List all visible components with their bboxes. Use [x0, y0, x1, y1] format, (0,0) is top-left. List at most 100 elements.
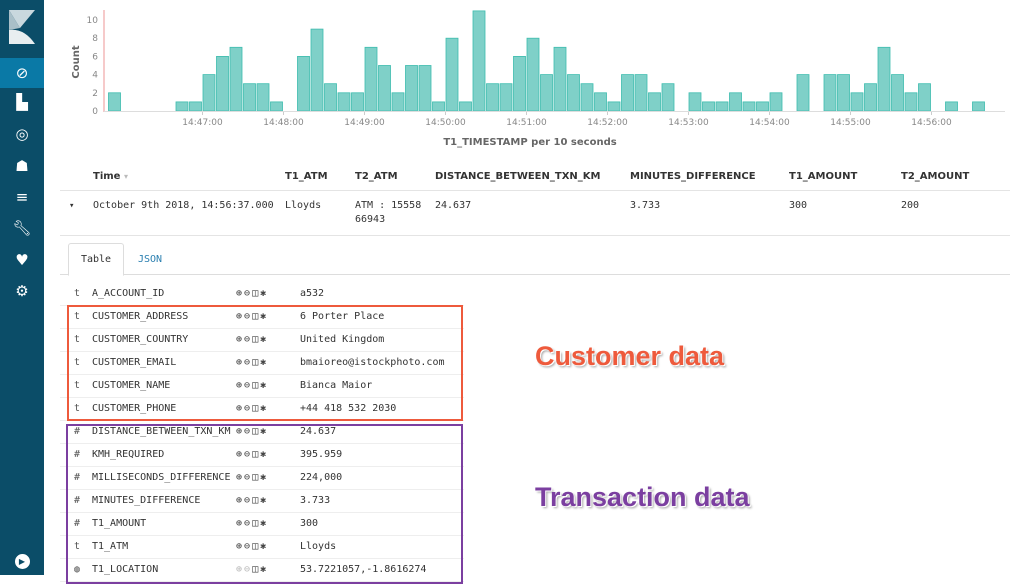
histogram-bar[interactable]	[688, 92, 702, 112]
collapse-sidebar-button[interactable]: ▶	[0, 546, 44, 576]
histogram-bar[interactable]	[270, 101, 283, 112]
filter-out-value-icon[interactable]: ⊖	[244, 288, 252, 299]
histogram-bar[interactable]	[891, 74, 904, 112]
histogram-bar[interactable]	[351, 92, 364, 112]
x-tick-label: 14:54:00	[749, 118, 790, 128]
histogram-bar[interactable]	[432, 101, 445, 112]
gear-icon: ⚙	[15, 282, 29, 300]
histogram-bar[interactable]	[364, 46, 378, 112]
field-value: a532	[300, 288, 325, 299]
histogram-bar[interactable]	[229, 46, 243, 112]
sidebar-item-visualize[interactable]: ▙	[0, 87, 44, 117]
histogram-bar[interactable]	[405, 65, 418, 112]
histogram-bar[interactable]	[513, 56, 526, 112]
histogram-bar[interactable]	[729, 92, 742, 112]
tab-json[interactable]: JSON	[128, 243, 172, 275]
histogram-bar[interactable]	[918, 83, 931, 112]
histogram-bar[interactable]	[621, 74, 634, 112]
dashboard-icon: ◎	[15, 125, 29, 143]
histogram-bar[interactable]	[175, 101, 189, 112]
histogram-bar[interactable]	[445, 37, 459, 112]
column-header-t2-amount[interactable]: T2_AMOUNT	[901, 171, 969, 182]
histogram-bar[interactable]	[526, 37, 540, 112]
histogram-bar[interactable]	[567, 74, 580, 112]
play-collapse-icon: ▶	[14, 553, 30, 569]
x-tick-label: 14:56:00	[911, 118, 952, 128]
column-header-t1-atm[interactable]: T1_ATM	[285, 171, 328, 182]
histogram-bar[interactable]	[378, 65, 391, 112]
histogram-bar[interactable]	[108, 92, 121, 112]
filter-exists-icon[interactable]: ✱	[260, 288, 268, 299]
histogram-bar[interactable]	[243, 83, 256, 112]
histogram-bar[interactable]	[607, 101, 621, 112]
sidebar-item-timelion[interactable]: ☗	[0, 151, 44, 181]
sidebar-item-apm[interactable]: ≡	[0, 182, 44, 212]
histogram-bar[interactable]	[850, 92, 864, 112]
divider	[60, 235, 1010, 236]
histogram-bar[interactable]	[715, 101, 729, 112]
histogram-bar[interactable]	[297, 56, 310, 112]
y-tick-label: 10	[87, 16, 99, 26]
histogram-bar[interactable]	[256, 83, 270, 112]
x-axis-title: T1_TIMESTAMP per 10 seconds	[443, 137, 616, 148]
histogram-bar[interactable]	[337, 92, 351, 112]
sidebar-item-dashboard[interactable]: ◎	[0, 119, 44, 149]
histogram-bar[interactable]	[648, 92, 661, 112]
histogram-bar[interactable]	[769, 92, 783, 112]
column-header-minutes[interactable]: MINUTES_DIFFERENCE	[630, 171, 756, 182]
tab-table[interactable]: Table	[68, 243, 124, 276]
sidebar-item-monitoring[interactable]: ♥	[0, 245, 44, 275]
sort-down-icon[interactable]: ▾	[124, 172, 128, 181]
histogram-bar[interactable]	[823, 74, 837, 112]
histogram-bar[interactable]	[216, 56, 229, 112]
histogram-bar[interactable]	[324, 83, 337, 112]
toggle-column-icon[interactable]: ◫	[252, 288, 260, 299]
histogram-bar[interactable]	[472, 10, 486, 112]
caret-down-icon[interactable]: ▾	[69, 199, 74, 213]
x-tick-label: 14:52:00	[587, 118, 628, 128]
kibana-logo[interactable]	[0, 0, 44, 58]
column-header-t1-amount[interactable]: T1_AMOUNT	[789, 171, 857, 182]
histogram-bar[interactable]	[580, 83, 594, 112]
histogram-bar[interactable]	[837, 74, 850, 112]
filter-for-value-icon[interactable]: ⊕	[236, 288, 244, 299]
histogram-bar[interactable]	[972, 101, 985, 112]
histogram-bar[interactable]	[553, 46, 567, 112]
histogram-bar[interactable]	[877, 46, 891, 112]
compass-icon: ⊘	[15, 64, 29, 82]
histogram-bar[interactable]	[756, 101, 769, 112]
histogram-bar[interactable]	[459, 101, 472, 112]
histogram-bar[interactable]	[945, 101, 958, 112]
field-actions[interactable]: ⊕⊖◫✱	[236, 288, 268, 299]
histogram-bar[interactable]	[864, 83, 877, 112]
transaction-data-highlight	[66, 424, 463, 584]
histogram-bar[interactable]	[189, 101, 202, 112]
histogram-bar[interactable]	[594, 92, 607, 112]
histogram-bar[interactable]	[486, 83, 499, 112]
x-tick-label: 14:47:00	[182, 118, 223, 128]
histogram-bar[interactable]	[310, 28, 324, 112]
column-header-distance[interactable]: DISTANCE_BETWEEN_TXN_KM	[435, 171, 600, 182]
y-tick-label: 2	[92, 89, 98, 99]
sidebar-item-devtools[interactable]: 🔧︎	[0, 213, 44, 243]
histogram-bar[interactable]	[702, 101, 715, 112]
wrench-icon: 🔧︎	[12, 219, 32, 237]
sidebar-item-discover[interactable]: ⊘	[0, 58, 44, 88]
column-header-t2-atm[interactable]: T2_ATM	[355, 171, 398, 182]
x-tick-label: 14:51:00	[506, 118, 547, 128]
histogram-bar[interactable]	[418, 65, 432, 112]
histogram-bar[interactable]	[540, 74, 553, 112]
histogram-bar[interactable]	[391, 92, 405, 112]
sidebar-item-management[interactable]: ⚙	[0, 276, 44, 306]
column-header-time[interactable]: Time ▾	[93, 171, 128, 182]
y-tick-label: 4	[92, 71, 98, 81]
histogram-bar[interactable]	[202, 74, 216, 112]
histogram-bar[interactable]	[634, 74, 648, 112]
histogram-bar[interactable]	[742, 101, 756, 112]
histogram-bar[interactable]	[796, 74, 810, 112]
histogram-bar[interactable]	[904, 92, 918, 112]
histogram-bar[interactable]	[499, 83, 513, 112]
histogram-bar[interactable]	[661, 83, 675, 112]
y-tick-label: 8	[92, 34, 98, 44]
row-t2-atm: ATM : 15558 66943	[355, 200, 422, 225]
